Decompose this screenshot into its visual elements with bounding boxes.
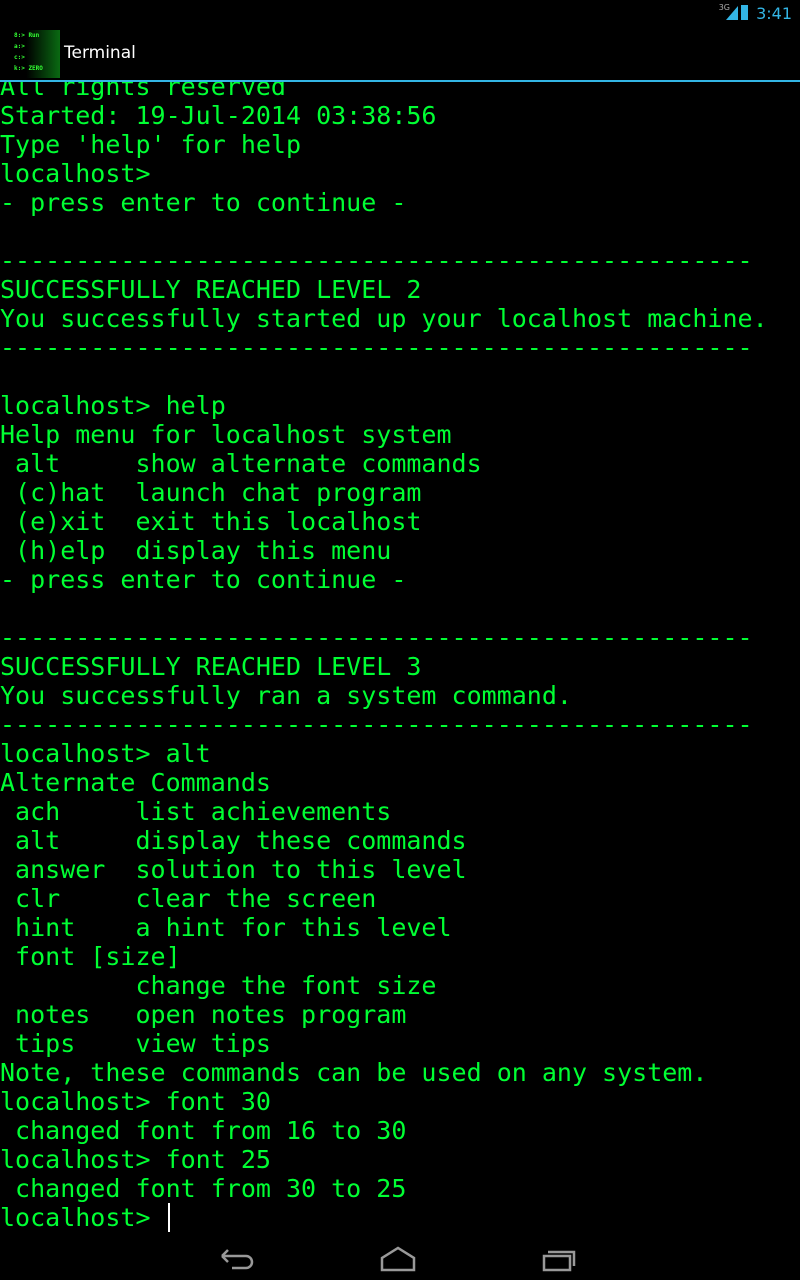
terminal-line: Note, these commands can be used on any … xyxy=(0,1058,708,1087)
terminal-line: localhost> xyxy=(0,159,151,188)
terminal-line: font [size] xyxy=(0,942,181,971)
navigation-bar xyxy=(0,1236,800,1280)
recents-icon[interactable] xyxy=(540,1244,580,1272)
terminal-line: changed font from 30 to 25 xyxy=(0,1174,407,1203)
back-icon[interactable] xyxy=(216,1244,256,1272)
app-icon[interactable]: 8:> Run a:> c:> k:> ZERO xyxy=(12,30,60,78)
terminal-line: change the font size xyxy=(0,971,437,1000)
terminal-line: localhost> font 30 xyxy=(0,1087,271,1116)
status-bar: 3G 3:41 xyxy=(0,0,800,28)
terminal-line: localhost> alt xyxy=(0,739,211,768)
terminal-line: SUCCESSFULLY REACHED LEVEL 3 xyxy=(0,652,422,681)
battery-charging-icon xyxy=(741,5,748,20)
signal-icon xyxy=(726,6,738,20)
terminal-line: clr clear the screen xyxy=(0,884,377,913)
app-icon-line: c:> xyxy=(14,54,25,61)
terminal-line: ach list achievements xyxy=(0,797,392,826)
text-cursor xyxy=(167,1203,170,1232)
terminal-output[interactable]: All rights reserved Started: 19-Jul-2014 … xyxy=(0,82,800,1236)
terminal-line: localhost> help xyxy=(0,391,226,420)
terminal-line: localhost> font 25 xyxy=(0,1145,271,1174)
terminal-line: (c)hat launch chat program xyxy=(0,478,422,507)
prompt-line[interactable]: localhost> xyxy=(0,1203,768,1232)
terminal-line: Type 'help' for help xyxy=(0,130,302,159)
terminal-line: notes open notes program xyxy=(0,1000,407,1029)
terminal-line: changed font from 16 to 30 xyxy=(0,1116,407,1145)
terminal-line: Alternate Commands xyxy=(0,768,271,797)
terminal-line: SUCCESSFULLY REACHED LEVEL 2 xyxy=(0,275,422,304)
terminal-line: You successfully ran a system command. xyxy=(0,681,572,710)
prompt: localhost> xyxy=(0,1203,166,1232)
app-icon-line: 8:> Run xyxy=(14,32,40,39)
terminal-line: - press enter to continue - xyxy=(0,188,407,217)
terminal-line: hint a hint for this level xyxy=(0,913,452,942)
terminal-line: Help menu for localhost system xyxy=(0,420,452,449)
terminal-line: You successfully started up your localho… xyxy=(0,304,768,333)
terminal-line: - press enter to continue - xyxy=(0,565,407,594)
terminal-line: ----------------------------------------… xyxy=(0,623,753,652)
home-icon[interactable] xyxy=(378,1244,418,1272)
terminal-line: answer solution to this level xyxy=(0,855,467,884)
terminal-line: ----------------------------------------… xyxy=(0,710,753,739)
terminal-line: (e)xit exit this localhost xyxy=(0,507,422,536)
terminal-line: alt show alternate commands xyxy=(0,449,482,478)
terminal-line: Started: 19-Jul-2014 03:38:56 xyxy=(0,101,437,130)
terminal-line: (h)elp display this menu xyxy=(0,536,392,565)
terminal-line: All rights reserved xyxy=(0,82,286,101)
app-icon-line: k:> ZERO xyxy=(14,65,43,72)
terminal-line: alt display these commands xyxy=(0,826,467,855)
action-bar: 8:> Run a:> c:> k:> ZERO Terminal xyxy=(0,28,800,82)
terminal-line: tips view tips xyxy=(0,1029,271,1058)
terminal-line: ----------------------------------------… xyxy=(0,246,753,275)
app-title: Terminal xyxy=(64,43,136,63)
clock: 3:41 xyxy=(756,4,792,23)
app-icon-line: a:> xyxy=(14,43,25,50)
terminal-line: ----------------------------------------… xyxy=(0,333,753,362)
